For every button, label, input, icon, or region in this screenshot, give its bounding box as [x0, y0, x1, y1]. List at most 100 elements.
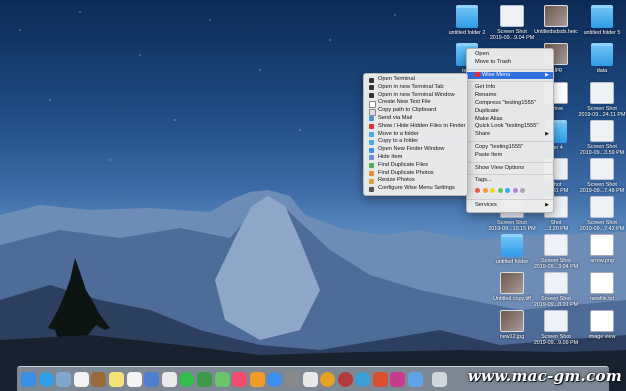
menu-item-show-view-options[interactable]: Show View Options	[467, 165, 553, 173]
menu-item-label: Paste Item	[475, 151, 503, 158]
desktop-icon[interactable]: untitled folder 5	[576, 5, 626, 36]
mail-icon	[369, 116, 374, 122]
menu-item[interactable]: Make Alias	[467, 116, 553, 124]
services-label: Services	[475, 202, 497, 209]
desktop-icon-label: Screen Shot 2019-09...9.09 PM	[533, 334, 579, 347]
menu-item-wise-menu[interactable]: Wise Menu ▶	[467, 71, 553, 80]
tag-color-dot[interactable]	[520, 188, 525, 194]
tag-color-dot[interactable]	[475, 188, 480, 194]
stack-icon[interactable]	[390, 371, 406, 387]
wise-menu-item[interactable]: Send via Mail	[364, 115, 467, 123]
menu-item[interactable]: Copy "testing1555"	[467, 144, 553, 152]
shot-icon	[500, 5, 524, 27]
tag-color-dot[interactable]	[497, 188, 503, 194]
reminders-icon[interactable]	[126, 371, 142, 387]
desktop-icon[interactable]: Screen Shot 2019-09...24.11 PM	[576, 82, 626, 118]
desktop-icon-label: Shot ...3.20 PM	[543, 220, 569, 233]
textedit-icon[interactable]	[302, 371, 318, 387]
messages-icon[interactable]	[179, 371, 195, 387]
desktop-icon[interactable]: Screen Shot 2019-09...7.42 PM	[576, 196, 626, 232]
wise-menu-item[interactable]: Find Duplicate Files	[364, 162, 467, 170]
menu-item[interactable]: Rename	[467, 92, 553, 100]
desktop-icon-label: Untitledsdsds.heic	[534, 29, 578, 35]
menu-separator	[467, 68, 553, 70]
chrome-icon[interactable]	[320, 371, 336, 387]
eye-icon	[369, 124, 374, 130]
desktop-icon[interactable]: newfile.txt	[576, 272, 626, 302]
menu-item[interactable]: Compress "testing1555"	[467, 100, 553, 108]
safari-icon[interactable]	[38, 371, 54, 387]
calendar-icon[interactable]	[73, 371, 89, 387]
desktop[interactable]: untitled folder 2 Screen Shot 2019-09...9…	[0, 0, 626, 391]
shot-icon	[590, 158, 614, 180]
wise-menu-item[interactable]: Configure Wise Menu Settings	[364, 185, 467, 193]
compass-icon[interactable]	[337, 371, 353, 387]
maker-icon[interactable]	[372, 371, 388, 387]
desktop-icon[interactable]: Untitledsdsds.heic	[530, 5, 582, 35]
desktop-icon[interactable]: Screen Shot 2019-09...3.59 PM	[576, 120, 626, 156]
desktop-icon-label: Screen Shot 2019-09...24.11 PM	[578, 106, 626, 119]
finder-icon[interactable]	[21, 371, 36, 387]
wise-menu-item-label: Copy path to Clipboard	[378, 107, 437, 114]
keynote-icon[interactable]	[144, 371, 160, 387]
system-preferences-icon[interactable]	[284, 371, 300, 387]
desktop-icon[interactable]: image view	[576, 310, 626, 340]
menu-item[interactable]: Paste Item	[467, 152, 553, 160]
menu-item-services[interactable]: Services ▶	[467, 202, 553, 210]
pinwheel-icon[interactable]	[355, 371, 371, 387]
app-store-icon[interactable]	[267, 371, 283, 387]
music-icon[interactable]	[232, 371, 248, 387]
wise-menu-item-label: Move to a folder	[378, 130, 419, 137]
menu-item-label: Share	[475, 131, 491, 138]
shot-icon	[544, 234, 568, 256]
photos-icon[interactable]	[161, 371, 177, 387]
wise-menu-item[interactable]: Open in new Terminal Window	[364, 92, 467, 100]
notes-icon[interactable]	[108, 371, 124, 387]
wise-menu-item[interactable]: Open Terminal	[364, 76, 467, 84]
preview-icon[interactable]	[56, 371, 72, 387]
desktop-icon[interactable]: Screen Shot 2019-09...9.09 PM	[530, 310, 582, 346]
tag-color-dot[interactable]	[490, 188, 495, 194]
tag-color-dot[interactable]	[512, 188, 518, 194]
menu-item-tags[interactable]: Tags...	[467, 177, 553, 185]
wise-menu-item[interactable]: Find Duplicate Photos	[364, 170, 467, 178]
desktop-icon[interactable]: arrow.png	[576, 234, 626, 264]
wise-menu-item[interactable]: Resize Photos	[364, 177, 467, 185]
wise-menu-item[interactable]: Show / Hide Hidden Files in Finder	[364, 123, 467, 131]
facetime-icon[interactable]	[196, 371, 212, 387]
desktop-icon[interactable]: data	[576, 43, 626, 74]
books-icon[interactable]	[249, 371, 265, 387]
menu-item[interactable]: Duplicate	[467, 108, 553, 116]
wise-menu-item[interactable]: Create New Text File	[364, 99, 467, 108]
shot-icon	[590, 120, 614, 142]
desktop-icon[interactable]: Screen Shot 2019-09...3.04 PM	[530, 234, 582, 270]
tag-color-dot[interactable]	[482, 188, 488, 194]
wise-menu-item[interactable]: Copy path to Clipboard	[364, 107, 467, 116]
menu-item[interactable]: Quick Look "testing1555"	[467, 123, 553, 131]
menu-item[interactable]: Get Info	[467, 84, 553, 92]
desktop-icon-label: Screen Shot 2019-09...3.04 PM	[533, 258, 579, 271]
notes-brown-icon[interactable]	[91, 371, 107, 387]
menu-item-label: Get Info	[475, 84, 496, 91]
wise-menu-item-label: Copy to a folder	[378, 138, 419, 145]
img-icon	[544, 5, 568, 27]
menu-item[interactable]: Share ▶	[467, 131, 553, 139]
wise-menu-item[interactable]: Hide Item	[364, 154, 467, 162]
desktop-icon[interactable]: Screen Shot 2019-09...8.01 PM	[530, 272, 582, 308]
gear-icon	[369, 186, 374, 192]
wise-menu-item-label: Open Terminal	[378, 76, 415, 82]
tag-color-dot[interactable]	[505, 188, 510, 194]
desktop-icon[interactable]: Screen Shot 2019-09...7.48 PM	[576, 158, 626, 194]
downloads-icon[interactable]	[408, 371, 424, 387]
trash-icon[interactable]	[431, 371, 447, 387]
resize-icon	[369, 178, 374, 184]
wise-menu-label: Wise Menu	[482, 71, 511, 78]
menu-item-move-to-trash[interactable]: Move to Trash	[467, 59, 553, 67]
maps-icon[interactable]	[214, 371, 230, 387]
wise-menu-item[interactable]: Copy to a folder	[364, 138, 467, 146]
wise-menu-item[interactable]: Open New Finder Window	[364, 146, 467, 154]
folder-icon	[591, 5, 613, 28]
wise-menu-item[interactable]: Move to a folder	[364, 131, 467, 139]
menu-item-open[interactable]: Open	[467, 51, 553, 59]
wise-menu-item[interactable]: Open in new Terminal Tab	[364, 84, 467, 92]
